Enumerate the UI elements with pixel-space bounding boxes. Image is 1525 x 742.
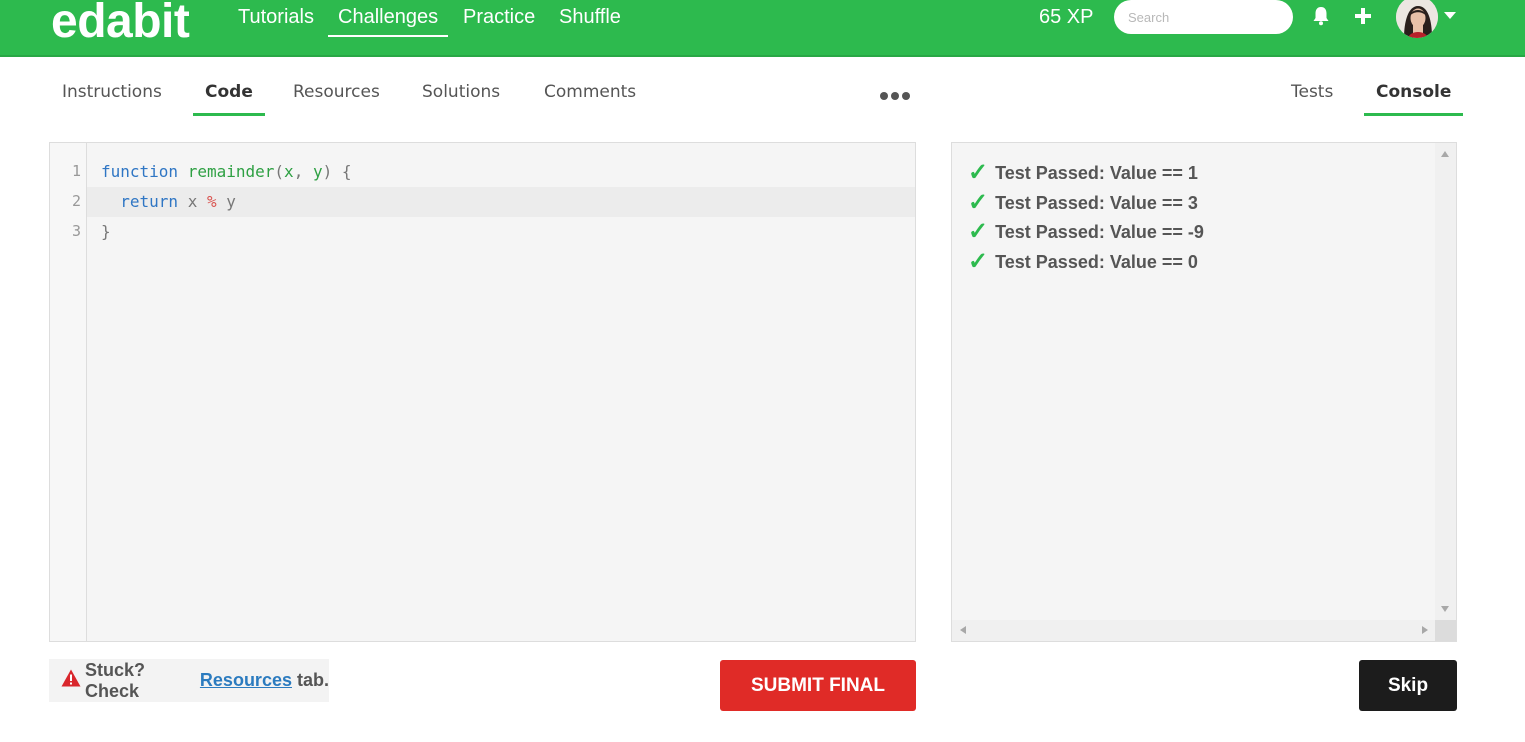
nav-challenges[interactable]: Challenges (328, 6, 449, 37)
tab-instructions[interactable]: Instructions (50, 82, 174, 113)
code-editor[interactable]: 1 2 3 function remainder(x, y) { return … (49, 142, 916, 642)
scrollbar-corner (1435, 620, 1456, 641)
checkmark-icon: ✓ (968, 189, 989, 216)
checkmark-icon: ✓ (968, 159, 989, 186)
tab-comments[interactable]: Comments (532, 82, 648, 113)
tab-tests[interactable]: Tests (1279, 82, 1345, 113)
code-param: y (312, 162, 323, 181)
more-options-icon[interactable] (880, 92, 910, 100)
search-input[interactable] (1114, 0, 1293, 34)
avatar[interactable] (1396, 0, 1438, 38)
test-result-text: Test Passed: Value == 3 (995, 192, 1198, 213)
nav-shuffle[interactable]: Shuffle (549, 6, 631, 35)
xp-counter: 65 XP (1039, 6, 1094, 28)
line-number-gutter: 1 2 3 (50, 143, 87, 641)
code-param: x (284, 162, 294, 181)
code-punct: } (101, 222, 111, 241)
nav-tutorials[interactable]: Tutorials (228, 6, 324, 35)
test-result: ✓ Test Passed: Value == -9 (968, 220, 1204, 244)
warning-icon (61, 669, 81, 692)
checkmark-icon: ✓ (968, 218, 989, 245)
line-number: 3 (71, 222, 81, 240)
code-line[interactable]: } (87, 217, 915, 247)
test-result-text: Test Passed: Value == -9 (995, 221, 1204, 242)
test-result-text: Test Passed: Value == 0 (995, 251, 1198, 272)
scroll-up-icon[interactable] (1441, 151, 1449, 157)
code-var: x (178, 192, 207, 211)
code-punct: ( (274, 162, 285, 181)
tab-code[interactable]: Code (193, 82, 265, 116)
test-result: ✓ Test Passed: Value == 3 (968, 191, 1198, 215)
code-keyword: return (120, 192, 179, 211)
tab-solutions[interactable]: Solutions (410, 82, 512, 113)
top-navbar: edabit Tutorials Challenges Practice Shu… (0, 0, 1525, 57)
line-number: 1 (71, 162, 81, 180)
code-line-current[interactable]: return x % y (87, 187, 915, 217)
nav-practice[interactable]: Practice (453, 6, 545, 35)
test-result: ✓ Test Passed: Value == 0 (968, 250, 1198, 274)
checkmark-icon: ✓ (968, 248, 989, 275)
scroll-right-icon[interactable] (1422, 626, 1428, 634)
test-result: ✓ Test Passed: Value == 1 (968, 161, 1198, 185)
scroll-down-icon[interactable] (1441, 606, 1449, 612)
tab-console[interactable]: Console (1364, 82, 1464, 116)
code-line[interactable]: function remainder(x, y) { (87, 157, 915, 187)
console-output: ✓ Test Passed: Value == 1 ✓ Test Passed: V… (951, 142, 1457, 642)
submit-final-button[interactable]: SUBMIT FINAL (720, 660, 916, 711)
bell-icon[interactable] (1312, 6, 1330, 31)
code-var: y (216, 192, 236, 211)
scroll-left-icon[interactable] (960, 626, 966, 634)
stuck-hint: Stuck? Check Resources tab. (49, 659, 329, 702)
hint-text-suffix: tab. (296, 670, 329, 690)
code-punct: ) { (322, 162, 352, 181)
tab-resources[interactable]: Resources (281, 82, 392, 113)
code-function-name: remainder (187, 162, 275, 181)
horizontal-scrollbar[interactable] (952, 620, 1436, 641)
test-result-text: Test Passed: Value == 1 (995, 162, 1198, 183)
resources-link[interactable]: Resources (200, 670, 292, 691)
code-punct: , (293, 162, 313, 181)
line-number: 2 (71, 192, 81, 210)
caret-down-icon[interactable] (1444, 12, 1456, 19)
skip-button[interactable]: Skip (1359, 660, 1457, 711)
code-keyword: function (101, 162, 179, 181)
vertical-scrollbar[interactable] (1435, 143, 1456, 620)
plus-icon[interactable] (1354, 7, 1372, 30)
code-operator: % (206, 192, 217, 211)
hint-text: Stuck? Check (85, 659, 146, 701)
logo[interactable]: edabit (51, 0, 190, 49)
